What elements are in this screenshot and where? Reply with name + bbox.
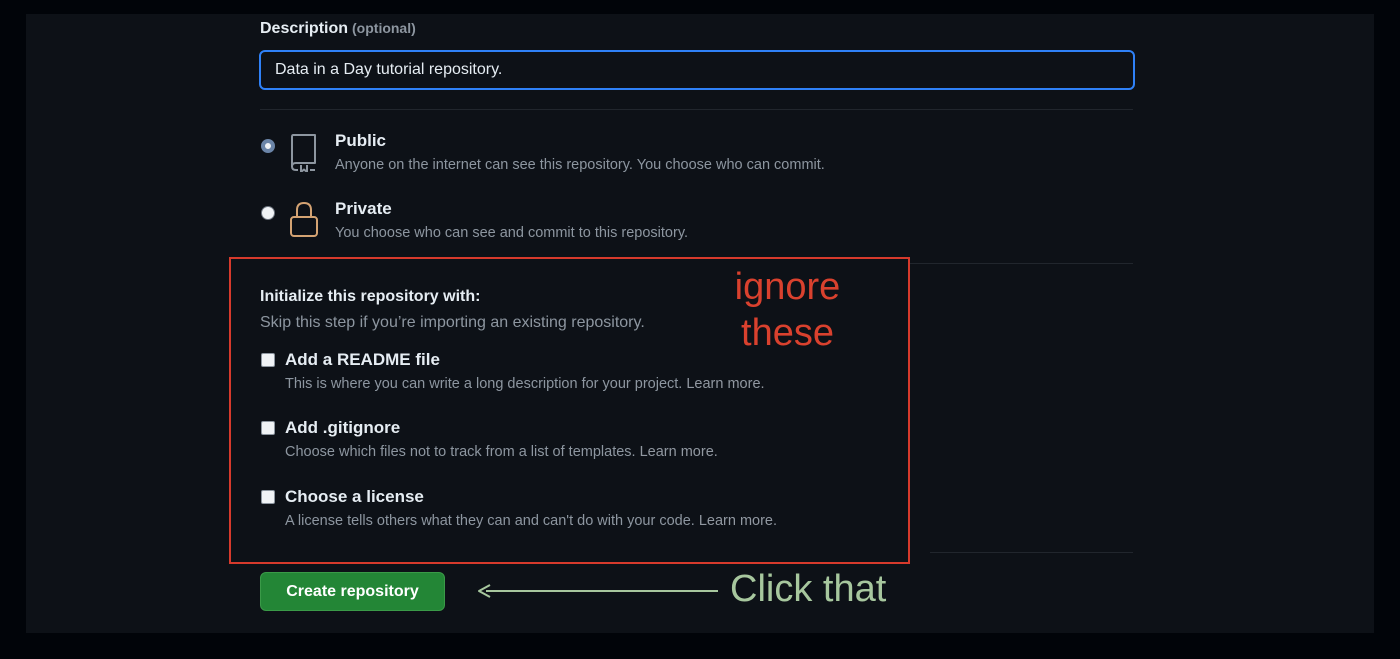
public-radio[interactable]	[261, 139, 275, 153]
public-description: Anyone on the internet can see this repo…	[335, 157, 825, 173]
optional-hint: (optional)	[352, 20, 416, 36]
create-repository-button[interactable]: Create repository	[260, 572, 445, 611]
repo-icon	[288, 132, 320, 173]
private-description: You choose who can see and commit to thi…	[335, 225, 689, 241]
annotation-ignore-text: ignore these	[720, 264, 855, 356]
description-label-text: Description	[260, 20, 349, 37]
lock-icon	[288, 199, 320, 239]
private-radio[interactable]	[261, 206, 275, 220]
divider	[260, 109, 1133, 110]
annotation-ignore-line2: these	[741, 312, 834, 354]
annotation-ignore-line1: ignore	[734, 266, 841, 308]
description-input[interactable]	[259, 50, 1135, 90]
public-title: Public	[335, 131, 387, 150]
private-title: Private	[335, 199, 392, 218]
divider	[930, 552, 1133, 553]
annotation-arrow-icon	[476, 582, 720, 600]
annotation-click-text: Click that	[730, 568, 887, 610]
divider	[910, 263, 1133, 264]
description-label: Description (optional)	[260, 20, 416, 38]
